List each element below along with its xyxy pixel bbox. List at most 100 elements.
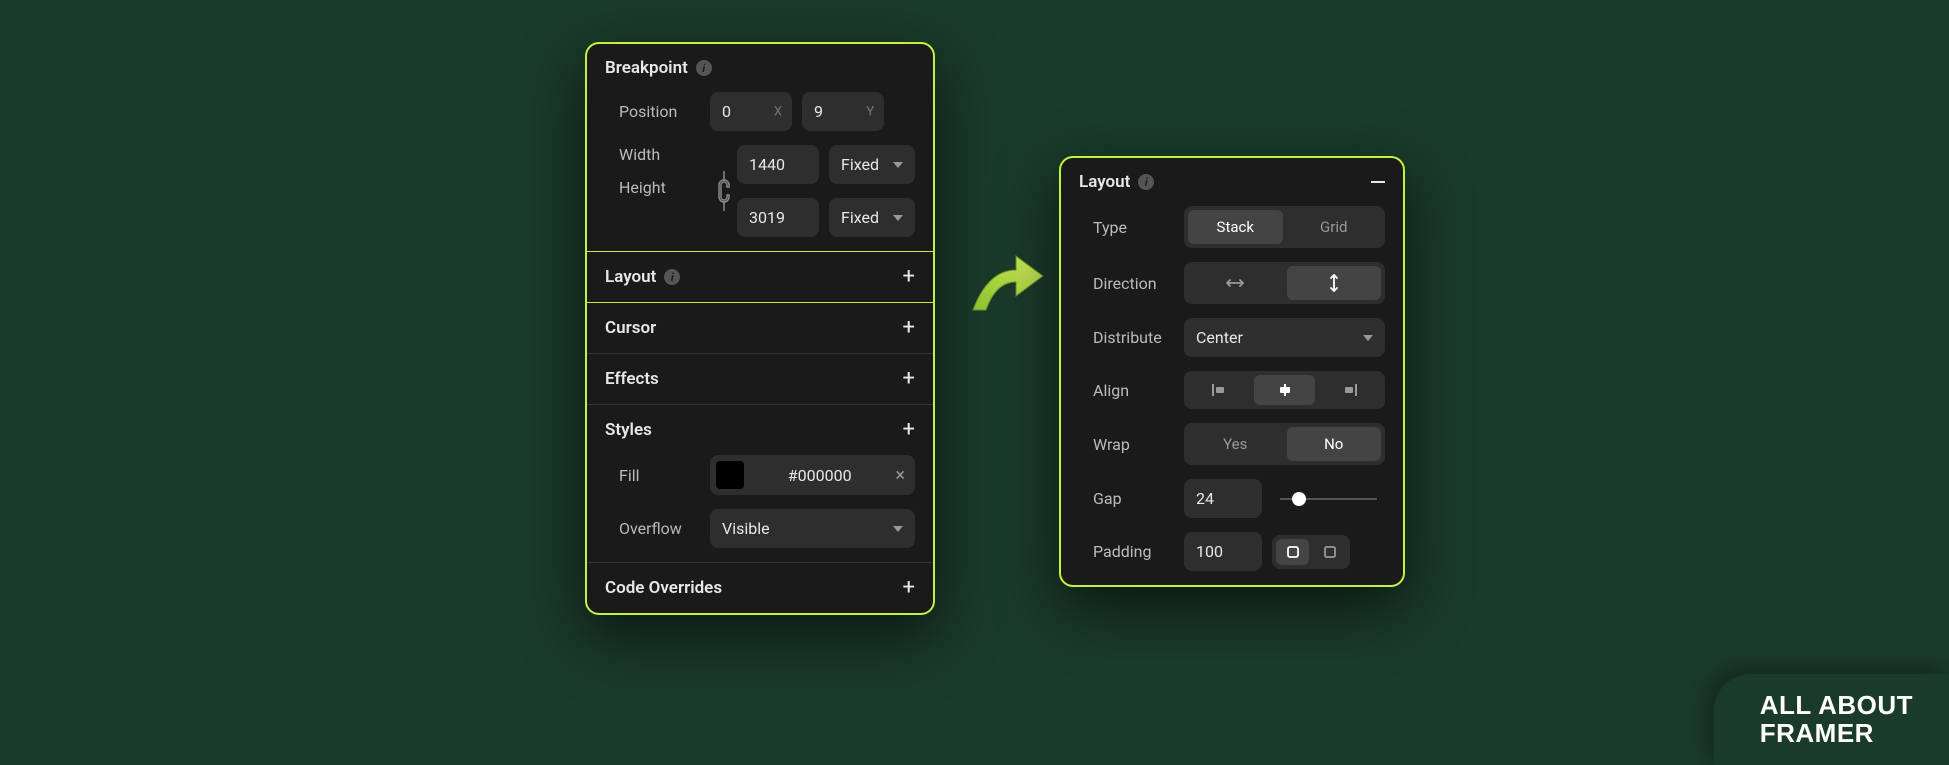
brand-line2: FRAMER: [1760, 720, 1913, 747]
label-type: Type: [1079, 218, 1174, 237]
input-height[interactable]: [737, 198, 819, 237]
dropdown-distribute[interactable]: Center: [1184, 318, 1385, 357]
clear-fill-button[interactable]: ×: [895, 465, 905, 486]
section-title: Code Overrides: [605, 578, 722, 598]
dropdown-overflow-value: Visible: [722, 519, 770, 538]
section-title: Layout: [605, 267, 656, 287]
properties-panel-left: Breakpoint i Position X Y Width Height: [585, 42, 935, 615]
row-distribute: Distribute Center: [1079, 318, 1385, 357]
align-left-icon: [1211, 383, 1227, 397]
padding-uniform-icon: [1286, 545, 1300, 559]
dropdown-distribute-value: Center: [1196, 328, 1243, 347]
label-distribute: Distribute: [1079, 328, 1174, 347]
row-gap: Gap: [1079, 479, 1385, 518]
align-right[interactable]: [1319, 375, 1381, 405]
row-width: Width: [605, 145, 711, 164]
arrow-vertical-icon: [1327, 274, 1341, 292]
section-title: Effects: [605, 369, 659, 389]
section-layout-expanded: Layout i Type Stack Grid Direction: [1061, 158, 1403, 585]
label-fill: Fill: [605, 466, 700, 485]
row-direction: Direction: [1079, 262, 1385, 304]
padding-mode-segmented: [1272, 535, 1350, 569]
wrap-yes[interactable]: Yes: [1188, 427, 1283, 461]
dropdown-height-mode-value: Fixed: [841, 208, 879, 227]
type-segmented: Stack Grid: [1184, 206, 1385, 248]
align-segmented: [1184, 371, 1385, 409]
fill-color-value: #000000: [754, 466, 885, 485]
section-title: Layout: [1079, 172, 1130, 192]
chevron-down-icon: [1363, 335, 1373, 341]
align-center[interactable]: [1254, 375, 1316, 405]
direction-segmented: [1184, 262, 1385, 304]
align-left[interactable]: [1188, 375, 1250, 405]
input-gap[interactable]: [1184, 479, 1262, 518]
input-padding[interactable]: [1184, 532, 1262, 571]
direction-vertical[interactable]: [1287, 266, 1382, 300]
label-gap: Gap: [1079, 489, 1174, 508]
add-layout-button[interactable]: +: [903, 266, 915, 288]
chevron-down-icon: [893, 526, 903, 532]
collapse-layout-button[interactable]: [1371, 181, 1385, 183]
row-fill: Fill #000000 ×: [605, 455, 915, 495]
label-overflow: Overflow: [605, 519, 700, 538]
arrow-icon: [968, 250, 1048, 320]
section-header-breakpoint: Breakpoint i: [605, 58, 915, 78]
info-icon[interactable]: i: [1138, 174, 1154, 190]
section-code-overrides: Code Overrides +: [587, 563, 933, 613]
padding-per-side-icon: [1323, 545, 1337, 559]
input-position-x[interactable]: [710, 92, 792, 131]
padding-uniform[interactable]: [1276, 539, 1309, 565]
section-effects: Effects +: [587, 354, 933, 405]
label-height: Height: [605, 178, 700, 197]
add-effects-button[interactable]: +: [903, 368, 915, 390]
slider-thumb[interactable]: [1292, 492, 1306, 506]
row-position: Position X Y: [605, 92, 915, 131]
row-align: Align: [1079, 371, 1385, 409]
type-option-stack[interactable]: Stack: [1188, 210, 1283, 244]
row-height: Height: [605, 178, 711, 197]
input-width[interactable]: [737, 145, 819, 184]
section-title: Cursor: [605, 318, 656, 338]
info-icon[interactable]: i: [664, 269, 680, 285]
brand-line1: ALL ABOUT: [1760, 692, 1913, 719]
section-title: Breakpoint: [605, 58, 688, 78]
label-direction: Direction: [1079, 274, 1174, 293]
label-position: Position: [605, 102, 700, 121]
align-center-icon: [1277, 383, 1293, 397]
dropdown-height-mode[interactable]: Fixed: [829, 198, 915, 237]
label-width: Width: [605, 145, 700, 164]
label-align: Align: [1079, 381, 1174, 400]
add-code-override-button[interactable]: +: [903, 577, 915, 599]
type-option-grid[interactable]: Grid: [1287, 210, 1382, 244]
info-icon[interactable]: i: [696, 60, 712, 76]
gap-slider[interactable]: [1272, 498, 1385, 500]
link-dimensions-icon[interactable]: [717, 145, 731, 237]
section-title: Styles: [605, 420, 652, 440]
fill-color-swatch[interactable]: [716, 461, 744, 489]
label-wrap: Wrap: [1079, 435, 1174, 454]
align-right-icon: [1342, 383, 1358, 397]
dropdown-overflow[interactable]: Visible: [710, 509, 915, 548]
brand-badge: ALL ABOUT FRAMER: [1714, 674, 1949, 765]
dropdown-width-mode-value: Fixed: [841, 155, 879, 174]
add-style-button[interactable]: +: [903, 419, 915, 441]
dropdown-width-mode[interactable]: Fixed: [829, 145, 915, 184]
chevron-down-icon: [893, 215, 903, 221]
direction-horizontal[interactable]: [1188, 266, 1283, 300]
wrap-no[interactable]: No: [1287, 427, 1382, 461]
wrap-segmented: Yes No: [1184, 423, 1385, 465]
section-layout-collapsed: Layout i +: [587, 252, 933, 303]
add-cursor-button[interactable]: +: [903, 317, 915, 339]
input-position-y[interactable]: [802, 92, 884, 131]
padding-per-side[interactable]: [1313, 539, 1346, 565]
section-styles: Styles + Fill #000000 × Overflow Visible: [587, 405, 933, 563]
row-type: Type Stack Grid: [1079, 206, 1385, 248]
row-wrap: Wrap Yes No: [1079, 423, 1385, 465]
fill-color-input[interactable]: #000000 ×: [710, 455, 915, 495]
layout-panel-right: Layout i Type Stack Grid Direction: [1059, 156, 1405, 587]
section-breakpoint: Breakpoint i Position X Y Width Height: [587, 44, 933, 252]
chevron-down-icon: [893, 162, 903, 168]
section-cursor: Cursor +: [587, 303, 933, 354]
row-padding: Padding: [1079, 532, 1385, 571]
arrow-horizontal-icon: [1226, 276, 1244, 290]
